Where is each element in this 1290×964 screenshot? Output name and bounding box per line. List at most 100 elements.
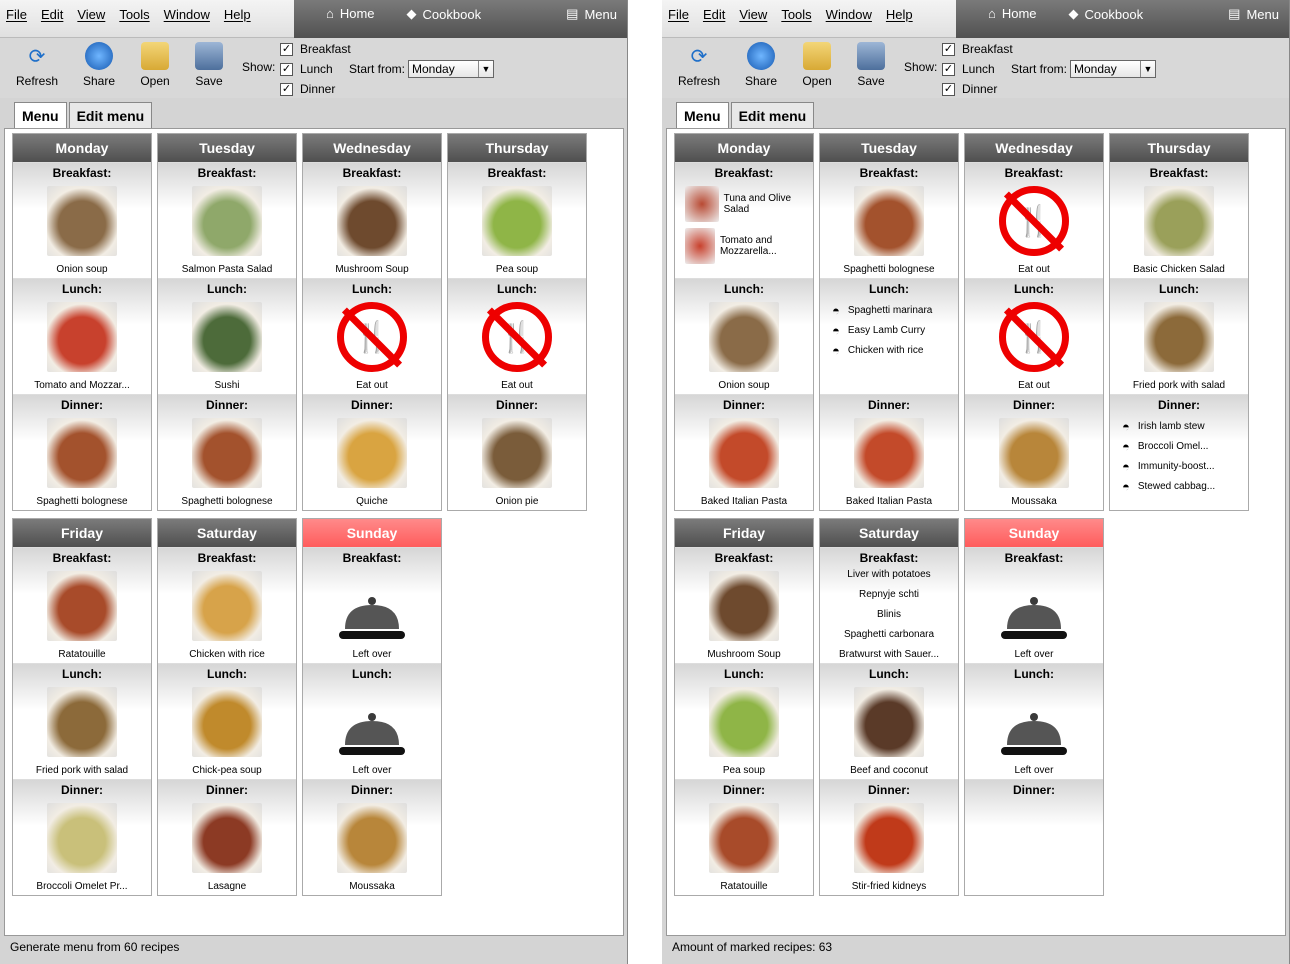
recipe-name[interactable]: Bratwurst with Sauer...: [820, 645, 958, 665]
recipe-photo[interactable]: [854, 803, 924, 873]
breakfast-checkbox[interactable]: ✓ Breakfast: [942, 42, 1013, 56]
menu-help[interactable]: Help: [886, 7, 913, 22]
start-from-select[interactable]: Monday ▼: [408, 60, 495, 78]
menu-tools[interactable]: Tools: [781, 7, 811, 22]
meal-slot[interactable]: Dinner: Moussaka: [303, 779, 441, 895]
meal-slot[interactable]: Breakfast: Tuna and Olive Salad Tomato and…: [675, 162, 813, 278]
recipe-photo[interactable]: [854, 186, 924, 256]
recipe-photo[interactable]: [192, 302, 262, 372]
recipe-photo[interactable]: [709, 418, 779, 488]
menu-help[interactable]: Help: [224, 7, 251, 22]
recipe-photo[interactable]: [47, 687, 117, 757]
meal-slot[interactable]: Breakfast: Left over: [303, 547, 441, 663]
menu-edit[interactable]: Edit: [41, 7, 63, 22]
open-button[interactable]: Open: [130, 42, 180, 88]
cookbook-button[interactable]: ◆ Cookbook: [1069, 6, 1144, 22]
meal-slot[interactable]: Dinner: Spaghetti bolognese: [13, 394, 151, 510]
recipe-thumb-item[interactable]: Tuna and Olive Salad: [675, 186, 813, 222]
meal-slot[interactable]: Lunch: 🍴 Eat out: [965, 278, 1103, 394]
meal-slot[interactable]: Breakfast: Basic Chicken Salad: [1110, 162, 1248, 278]
recipe-list-item[interactable]: ◓ Stewed cabbag...: [1110, 476, 1248, 496]
recipe-photo[interactable]: [192, 186, 262, 256]
recipe-photo[interactable]: [1144, 186, 1214, 256]
recipe-list-item[interactable]: ◓ Chicken with rice: [820, 340, 958, 360]
home-button[interactable]: ⌂ Home: [988, 6, 1037, 21]
menu-file[interactable]: File: [6, 7, 27, 22]
recipe-photo[interactable]: [482, 418, 552, 488]
recipe-photo[interactable]: [337, 418, 407, 488]
meal-slot[interactable]: Lunch: Left over: [965, 663, 1103, 779]
home-button[interactable]: ⌂ Home: [326, 6, 375, 21]
share-button[interactable]: Share: [736, 42, 786, 88]
recipe-photo[interactable]: [337, 186, 407, 256]
recipe-photo[interactable]: [47, 418, 117, 488]
meal-slot[interactable]: Breakfast: Chicken with rice: [158, 547, 296, 663]
meal-slot[interactable]: Lunch: Beef and coconut: [820, 663, 958, 779]
menu-tools[interactable]: Tools: [119, 7, 149, 22]
meal-slot[interactable]: Breakfast: Pea soup: [448, 162, 586, 278]
menu-window[interactable]: Window: [826, 7, 872, 22]
meal-slot[interactable]: Breakfast: Left over: [965, 547, 1103, 663]
recipe-photo[interactable]: [709, 571, 779, 641]
meal-slot[interactable]: Breakfast: Ratatouille: [13, 547, 151, 663]
tab-edit-menu[interactable]: Edit menu: [68, 102, 153, 128]
meal-slot[interactable]: Lunch: Onion soup: [675, 278, 813, 394]
meal-slot[interactable]: Dinner: Broccoli Omelet Pr...: [13, 779, 151, 895]
recipe-thumb-item[interactable]: Tomato and Mozzarella...: [675, 228, 813, 264]
meal-slot[interactable]: Dinner:: [965, 779, 1103, 895]
lunch-checkbox[interactable]: ✓ Lunch: [280, 62, 333, 76]
meal-slot[interactable]: Lunch: Chick-pea soup: [158, 663, 296, 779]
recipe-list-item[interactable]: ◓ Immunity-boost...: [1110, 456, 1248, 476]
start-from-select[interactable]: Monday ▼: [1070, 60, 1157, 78]
menu-file[interactable]: File: [668, 7, 689, 22]
breakfast-checkbox[interactable]: ✓ Breakfast: [280, 42, 351, 56]
recipe-photo[interactable]: [47, 803, 117, 873]
recipe-photo[interactable]: [709, 803, 779, 873]
meal-slot[interactable]: Dinner: Ratatouille: [675, 779, 813, 895]
meal-slot[interactable]: Lunch: ◓ Spaghetti marinara ◓ Easy Lamb Curr…: [820, 278, 958, 394]
tab-menu[interactable]: Menu: [14, 102, 67, 128]
recipe-list-item[interactable]: ◓ Easy Lamb Curry: [820, 320, 958, 340]
recipe-photo[interactable]: [192, 571, 262, 641]
meal-slot[interactable]: Lunch: Fried pork with salad: [1110, 278, 1248, 394]
meal-slot[interactable]: Dinner: Moussaka: [965, 394, 1103, 510]
menu-window[interactable]: Window: [164, 7, 210, 22]
meal-slot[interactable]: Dinner: Stir-fried kidneys: [820, 779, 958, 895]
meal-slot[interactable]: Breakfast: Mushroom Soup: [675, 547, 813, 663]
recipe-name[interactable]: Blinis: [820, 605, 958, 625]
recipe-photo[interactable]: [1144, 302, 1214, 372]
tab-edit-menu[interactable]: Edit menu: [730, 102, 815, 128]
refresh-button[interactable]: ⟳ Refresh: [674, 42, 724, 89]
recipe-photo[interactable]: [709, 687, 779, 757]
recipe-photo[interactable]: [47, 186, 117, 256]
recipe-photo[interactable]: [482, 186, 552, 256]
tab-menu[interactable]: Menu: [676, 102, 729, 128]
recipe-photo[interactable]: [999, 418, 1069, 488]
save-button[interactable]: Save: [184, 42, 234, 88]
recipe-photo[interactable]: [854, 418, 924, 488]
recipe-photo[interactable]: [192, 687, 262, 757]
open-button[interactable]: Open: [792, 42, 842, 88]
recipe-list-item[interactable]: ◓ Irish lamb stew: [1110, 416, 1248, 436]
meal-slot[interactable]: Lunch: Tomato and Mozzar...: [13, 278, 151, 394]
menu-view[interactable]: View: [77, 7, 105, 22]
meal-slot[interactable]: Breakfast: Liver with potatoes Repnyje sch…: [820, 547, 958, 663]
meal-slot[interactable]: Dinner: Onion pie: [448, 394, 586, 510]
recipe-photo[interactable]: [854, 687, 924, 757]
meal-slot[interactable]: Lunch: 🍴 Eat out: [448, 278, 586, 394]
meal-slot[interactable]: Dinner: Quiche: [303, 394, 441, 510]
lunch-checkbox[interactable]: ✓ Lunch: [942, 62, 995, 76]
menu-button[interactable]: ▤ Menu: [1228, 6, 1279, 22]
recipe-photo[interactable]: [337, 803, 407, 873]
meal-slot[interactable]: Lunch: Fried pork with salad: [13, 663, 151, 779]
recipe-photo[interactable]: [192, 418, 262, 488]
meal-slot[interactable]: Breakfast: Salmon Pasta Salad: [158, 162, 296, 278]
recipe-list-item[interactable]: ◓ Broccoli Omel...: [1110, 436, 1248, 456]
recipe-list-item[interactable]: ◓ Spaghetti marinara: [820, 300, 958, 320]
menu-view[interactable]: View: [739, 7, 767, 22]
menu-button[interactable]: ▤ Menu: [566, 6, 617, 22]
meal-slot[interactable]: Dinner: ◓ Irish lamb stew ◓ Broccoli Omel...…: [1110, 394, 1248, 510]
meal-slot[interactable]: Lunch: 🍴 Eat out: [303, 278, 441, 394]
meal-slot[interactable]: Dinner: Spaghetti bolognese: [158, 394, 296, 510]
meal-slot[interactable]: Lunch: Left over: [303, 663, 441, 779]
